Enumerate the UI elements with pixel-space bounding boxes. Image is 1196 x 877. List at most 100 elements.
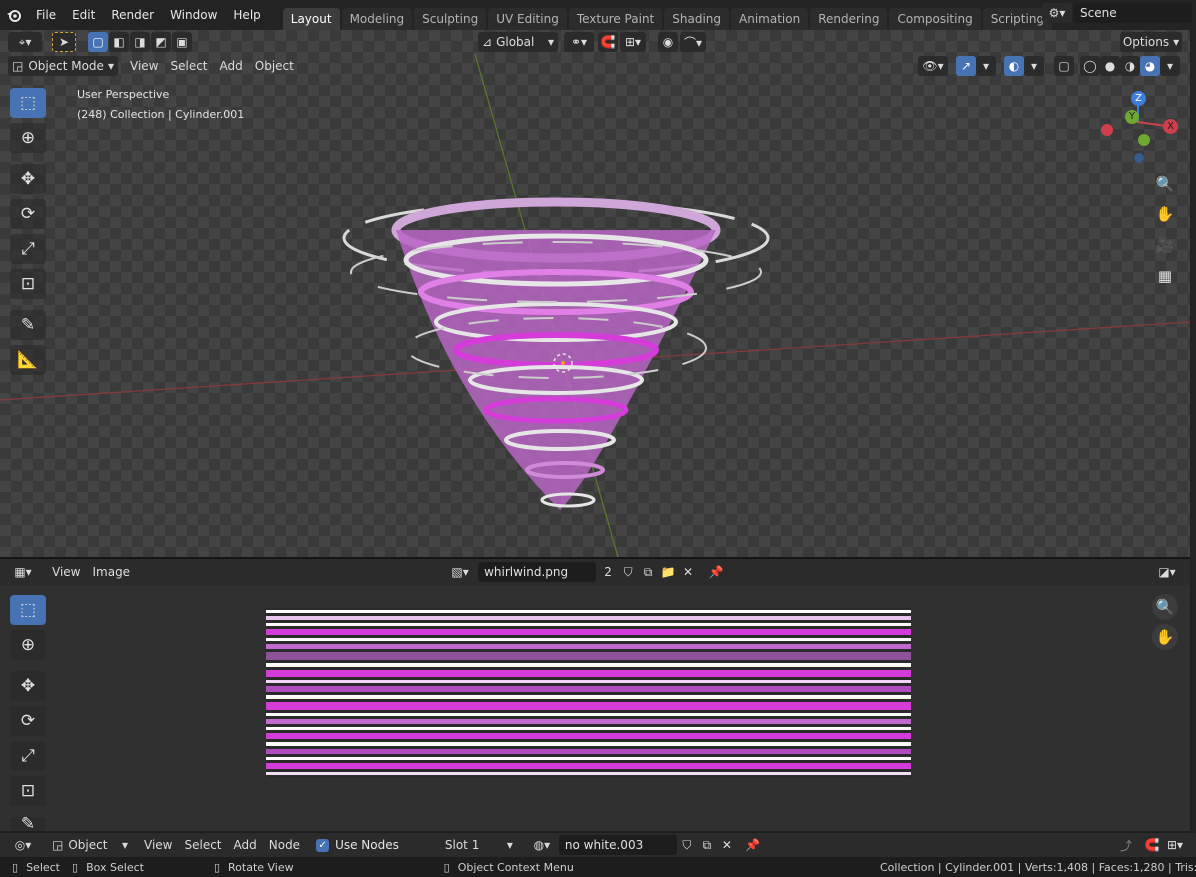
tab-shading[interactable]: Shading: [664, 8, 729, 30]
cursor-tool-icon[interactable]: ⊕: [10, 123, 46, 153]
menu-window[interactable]: Window: [162, 4, 225, 26]
material-browse-icon[interactable]: ◍▾: [526, 835, 557, 855]
image-transform-tool-icon[interactable]: ⊡: [10, 776, 46, 806]
status-bar: ▯ Select ▯ Box Select ▯ Rotate View ▯ Ob…: [0, 857, 1196, 877]
whirlwind-texture-image: [266, 608, 911, 778]
image-menu-image[interactable]: Image: [86, 565, 136, 579]
annotate-tool-icon[interactable]: ✎: [10, 310, 46, 340]
image-browse-icon[interactable]: ▧▾: [446, 562, 475, 582]
workspace-tabs: Layout Modeling Sculpting UV Editing Tex…: [282, 0, 1082, 30]
image-select-box-tool-icon[interactable]: ⬚: [10, 595, 46, 625]
mouse-right-icon: ▯: [443, 860, 450, 874]
3d-viewport[interactable]: ⌖▾ ➤ ▢ ◧ ◨ ◩ ▣ ⊿ Global ▾ ⚭▾ 🧲 ⊞▾ ◉ ⌒▾ O…: [0, 30, 1190, 557]
node-snap-icon[interactable]: 🧲: [1142, 835, 1162, 855]
image-users-count[interactable]: 2: [598, 562, 619, 582]
status-select-hint: Select: [26, 860, 60, 874]
use-nodes-toggle[interactable]: ✓ Use Nodes: [316, 838, 399, 852]
node-pin-icon[interactable]: 📌: [743, 835, 763, 855]
tab-uv-editing[interactable]: UV Editing: [488, 8, 567, 30]
image-menu-view[interactable]: View: [46, 565, 86, 579]
use-nodes-checkbox[interactable]: ✓: [316, 838, 330, 852]
pin-icon[interactable]: 📌: [706, 562, 726, 582]
gizmo-y-axis[interactable]: Y: [1125, 110, 1139, 124]
scale-tool-icon[interactable]: ⤢: [10, 234, 46, 264]
rotate-tool-icon[interactable]: ⟳: [10, 199, 46, 229]
transform-tool-icon[interactable]: ⊡: [10, 269, 46, 299]
scene-name-field[interactable]: Scene: [1074, 3, 1192, 23]
scene-render: [0, 53, 1190, 557]
image-zoom-icon[interactable]: 🔍: [1152, 594, 1178, 620]
whirlwind-mesh: [342, 197, 770, 510]
fake-user-shield-icon[interactable]: ⛉: [618, 562, 639, 582]
node-menu-view[interactable]: View: [138, 838, 178, 852]
scene-statistics: Collection | Cylinder.001 | Verts:1,408 …: [880, 860, 1196, 874]
node-editor-header: ◎▾ ◲ Object ▾ View Select Add Node ✓ Use…: [0, 833, 1196, 857]
node-menu-node[interactable]: Node: [263, 838, 306, 852]
menu-file[interactable]: File: [28, 4, 64, 26]
image-move-tool-icon[interactable]: ✥: [10, 671, 46, 701]
image-name-field[interactable]: whirlwind.png: [478, 562, 597, 582]
chevron-down-icon: ▾: [506, 838, 513, 852]
tab-rendering[interactable]: Rendering: [810, 8, 888, 30]
select-box-tool-icon[interactable]: ⬚: [10, 88, 46, 118]
zoom-icon[interactable]: 🔍: [1152, 171, 1178, 197]
mouse-middle-icon: ▯: [213, 860, 221, 874]
camera-view-icon[interactable]: 🎥: [1152, 232, 1178, 258]
material-duplicate-icon[interactable]: ⧉: [696, 835, 717, 855]
gizmo-z-axis[interactable]: Z: [1131, 91, 1146, 106]
node-menu-add[interactable]: Add: [228, 838, 263, 852]
move-tool-icon[interactable]: ✥: [10, 164, 46, 194]
image-editor-toolbar: ⬚ ⊕ ✥ ⟳ ⤢ ⊡ ✎: [8, 595, 48, 831]
status-context-menu-hint: Object Context Menu: [457, 860, 574, 874]
gizmo-x-axis[interactable]: X: [1163, 119, 1178, 134]
status-rotate-view-hint: Rotate View: [228, 860, 294, 874]
ortho-grid-icon[interactable]: ▦: [1152, 263, 1178, 289]
node-snap-target-icon[interactable]: ⊞▾: [1162, 835, 1188, 855]
image-annotate-tool-icon[interactable]: ✎: [10, 814, 46, 831]
use-nodes-label: Use Nodes: [335, 838, 399, 852]
image-editor-header: ▦▾ View Image ▧▾ whirlwind.png 2 ⛉ ⧉ 📁 ✕…: [0, 559, 1190, 585]
slot-dropdown[interactable]: Slot 1 ▾: [440, 835, 517, 855]
menu-edit[interactable]: Edit: [64, 4, 103, 26]
image-editor[interactable]: ▦▾ View Image ▧▾ whirlwind.png 2 ⛉ ⧉ 📁 ✕…: [0, 559, 1190, 831]
image-display-mode-icon[interactable]: ◪▾: [1152, 562, 1182, 582]
tab-animation[interactable]: Animation: [731, 8, 809, 30]
shader-type-label: Object: [68, 838, 108, 852]
image-rotate-tool-icon[interactable]: ⟳: [10, 706, 46, 736]
pan-hand-icon[interactable]: ✋: [1152, 201, 1178, 227]
node-header-right-controls: ⤴ 🧲 ⊞▾: [1116, 835, 1188, 855]
tab-compositing[interactable]: Compositing: [889, 8, 981, 30]
parent-node-tree-icon[interactable]: ⤴: [1116, 835, 1136, 855]
menu-help[interactable]: Help: [225, 4, 268, 26]
mouse-left-icon: ▯: [12, 860, 19, 874]
open-image-folder-icon[interactable]: 📁: [658, 562, 679, 582]
top-bar: File Edit Render Window Help Layout Mode…: [0, 0, 1196, 30]
shader-type-dropdown[interactable]: ◲ Object ▾: [48, 835, 132, 855]
measure-tool-icon[interactable]: 📐: [10, 345, 46, 375]
material-unlink-close-icon[interactable]: ✕: [716, 835, 737, 855]
status-box-select-hint: Box Select: [86, 860, 144, 874]
node-menu-select[interactable]: Select: [178, 838, 227, 852]
tab-modeling[interactable]: Modeling: [341, 8, 413, 30]
chevron-down-icon: ▾: [121, 838, 128, 852]
object-icon: ◲: [52, 838, 64, 852]
area-side-strip[interactable]: [1190, 30, 1196, 833]
node-editor-type-icon[interactable]: ◎▾: [8, 835, 38, 855]
tab-layout[interactable]: Layout: [282, 8, 340, 30]
viewport-toolbar: ⬚ ⊕ ✥ ⟳ ⤢ ⊡ ✎ 📐: [8, 88, 48, 380]
slot-label: Slot 1: [444, 838, 480, 852]
tab-texture-paint[interactable]: Texture Paint: [568, 8, 663, 30]
blender-logo-icon[interactable]: [0, 8, 28, 22]
image-pan-hand-icon[interactable]: ✋: [1152, 624, 1178, 650]
image-scale-tool-icon[interactable]: ⤢: [10, 741, 46, 771]
material-name-field[interactable]: no white.003: [558, 835, 677, 855]
unlink-image-close-icon[interactable]: ✕: [678, 562, 699, 582]
scene-selector-icon[interactable]: ⚙▾: [1042, 3, 1072, 23]
image-editor-type-icon[interactable]: ▦▾: [8, 562, 38, 582]
menu-render[interactable]: Render: [103, 4, 162, 26]
mouse-left-drag-icon: ▯: [72, 860, 79, 874]
material-fake-user-icon[interactable]: ⛉: [676, 835, 697, 855]
tab-sculpting[interactable]: Sculpting: [414, 8, 487, 30]
duplicate-image-icon[interactable]: ⧉: [638, 562, 659, 582]
image-cursor-tool-icon[interactable]: ⊕: [10, 630, 46, 660]
